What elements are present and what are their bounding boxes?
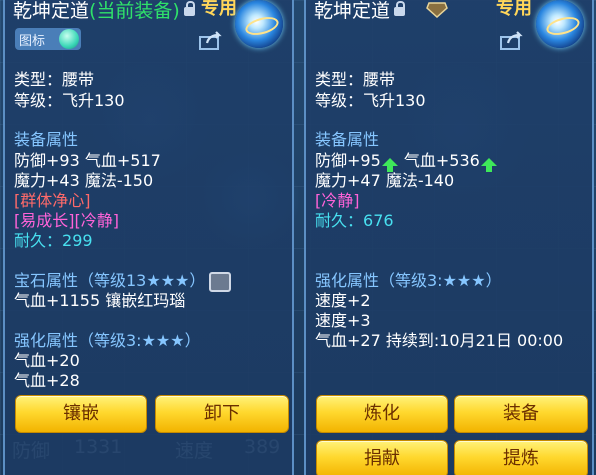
item-level: 等级：飞升130 (315, 91, 426, 110)
orb-icon (59, 29, 79, 49)
gem-slot-icon (209, 271, 232, 292)
icon-toggle-label: 图标 (19, 34, 46, 49)
durability-value: 299 (62, 231, 93, 250)
item-title: 乾坤定道(当前装备) (13, 0, 195, 23)
gem-line: 气血+1155 镶嵌红玛瑙 (14, 291, 186, 310)
enhance-line-3: 气血+27 持续到:10月21日 00:00 (315, 331, 564, 350)
item-title: 乾坤定道 (314, 0, 406, 23)
lock-icon (183, 1, 195, 16)
durability: 耐久：676 (315, 207, 394, 231)
unequip-button[interactable]: 卸下 (155, 395, 289, 433)
current-equipped-tag: (当前装备) (89, 0, 180, 22)
item-emblem-icon (235, 0, 283, 48)
durability: 耐久：299 (14, 227, 93, 251)
icon-toggle[interactable]: 图标 (15, 28, 81, 50)
diamond-seal-icon (426, 2, 448, 18)
exclusive-label: 专用 (201, 0, 237, 19)
donate-button[interactable]: 捐献 (316, 440, 448, 475)
item-name: 乾坤定道 (13, 0, 90, 22)
exclusive-label: 专用 (496, 0, 532, 19)
current-equipment-panel: 乾坤定道(当前装备) 专用 图标 类型：腰带 等级：飞升130 装备属性 防御+… (3, 0, 294, 475)
equip-button[interactable]: 装备 (454, 395, 588, 433)
extract-button[interactable]: 提炼 (454, 440, 588, 475)
increase-arrow-icon (480, 157, 497, 172)
compare-equipment-panel: 乾坤定道 专用 类型：腰带 等级：飞升130 装备属性 防御+95 气血+536… (304, 0, 594, 475)
inlay-button[interactable]: 镶嵌 (15, 395, 147, 433)
share-icon[interactable] (500, 30, 524, 50)
share-icon[interactable] (199, 30, 223, 50)
item-level: 等级：飞升130 (14, 91, 125, 110)
increase-arrow-icon (381, 157, 398, 172)
durability-label: 耐久： (315, 211, 364, 230)
lock-icon (394, 1, 406, 16)
enhance-line-2: 气血+28 (14, 371, 80, 390)
durability-value: 676 (363, 211, 394, 230)
item-name: 乾坤定道 (314, 0, 391, 22)
durability-label: 耐久： (14, 231, 63, 250)
item-emblem-icon (536, 0, 584, 48)
refine-button[interactable]: 炼化 (316, 395, 448, 433)
